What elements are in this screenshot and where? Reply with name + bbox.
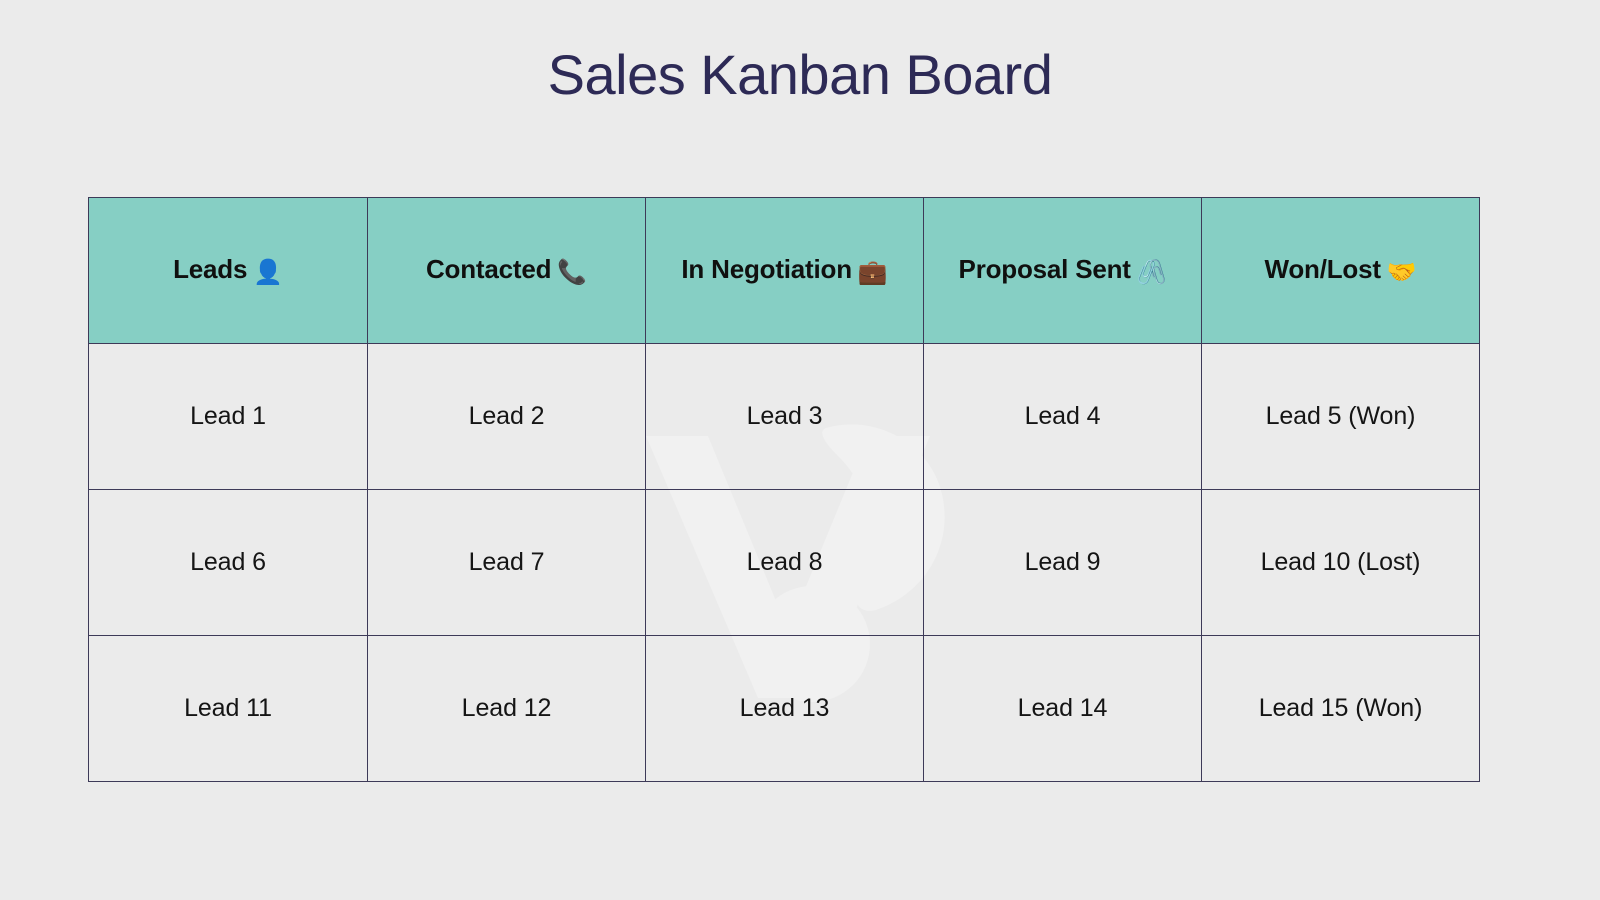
card-cell[interactable]: Lead 7 [367,489,646,636]
column-header-proposal-sent[interactable]: Proposal Sent 🖇️ [923,197,1202,344]
column-header-contacted[interactable]: Contacted 📞 [367,197,646,344]
telephone-receiver-icon: 📞 [557,259,587,286]
card-cell[interactable]: Lead 5 (Won) [1201,343,1480,490]
card-cell[interactable]: Lead 3 [645,343,924,490]
card-cell[interactable]: Lead 6 [88,489,368,636]
column-header-in-negotiation[interactable]: In Negotiation 💼 [645,197,924,344]
card-cell[interactable]: Lead 1 [88,343,368,490]
column-header-label: In Negotiation [681,254,852,284]
bust-in-silhouette-icon: 👤 [253,259,283,286]
card-cell[interactable]: Lead 10 (Lost) [1201,489,1480,636]
card-cell[interactable]: Lead 11 [88,635,368,782]
column-header-label: Won/Lost [1264,254,1381,284]
card-cell[interactable]: Lead 4 [923,343,1202,490]
card-cell[interactable]: Lead 9 [923,489,1202,636]
column-header-won-lost[interactable]: Won/Lost 🤝 [1201,197,1480,344]
card-cell[interactable]: Lead 2 [367,343,646,490]
column-header-leads[interactable]: Leads 👤 [88,197,368,344]
table-row: Lead 6 Lead 7 Lead 8 Lead 9 Lead 10 (Los… [88,489,1480,636]
handshake-icon: 🤝 [1386,259,1417,286]
card-cell[interactable]: Lead 14 [923,635,1202,782]
linked-paperclips-icon: 🖇️ [1136,259,1167,286]
table-row: Lead 11 Lead 12 Lead 13 Lead 14 Lead 15 … [88,635,1480,782]
table-row: Lead 1 Lead 2 Lead 3 Lead 4 Lead 5 (Won) [88,343,1480,490]
kanban-table: Leads 👤 Contacted 📞 In Negotiation 💼 Propos… [88,197,1480,782]
table-header-row: Leads 👤 Contacted 📞 In Negotiation 💼 Propos… [88,197,1480,344]
column-header-label: Proposal Sent [958,254,1131,284]
kanban-board: Leads 👤 Contacted 📞 In Negotiation 💼 Propos… [88,197,1480,782]
briefcase-icon: 💼 [857,259,888,286]
page-title: Sales Kanban Board [547,43,1053,106]
card-cell[interactable]: Lead 12 [367,635,646,782]
card-cell[interactable]: Lead 13 [645,635,924,782]
column-header-label: Contacted [425,254,552,284]
card-cell[interactable]: Lead 8 [645,489,924,636]
card-cell[interactable]: Lead 15 (Won) [1201,635,1480,782]
column-header-label: Leads [173,254,248,284]
